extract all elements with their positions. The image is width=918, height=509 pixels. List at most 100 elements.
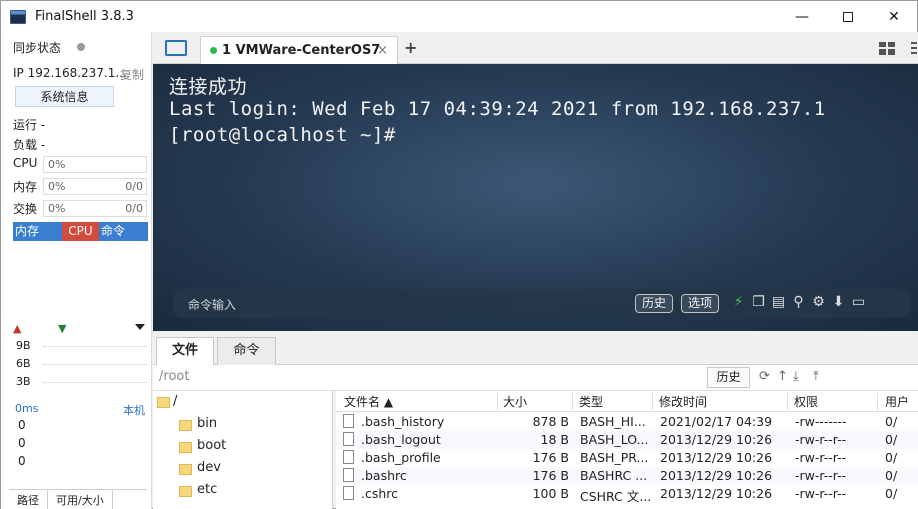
terminal-line: 连接成功 [169, 76, 248, 98]
tree-node-root[interactable]: / [173, 394, 177, 409]
maximize-icon [843, 11, 853, 22]
options-button[interactable]: 选项 [681, 294, 720, 313]
tree-node[interactable]: dev [197, 460, 221, 475]
col-divider [787, 393, 788, 410]
file-perm: -rw-r--r-- [795, 486, 847, 501]
file-perm: -rw-r--r-- [795, 432, 847, 447]
path-bar: /root 历史 ⟳ ↑ ⤓ ⤒ [153, 365, 918, 391]
terminal[interactable]: 连接成功 Last login: Wed Feb 17 04:39:24 202… [153, 64, 918, 331]
file-row[interactable]: .bash_history 878 B BASH_HI... 2021/02/17 0… [336, 413, 918, 431]
command-input-bar[interactable]: 命令输入 历史 选项 ⚡ ❐ ▤ ⚲ ⚙ ⬇ ▭ [173, 289, 911, 318]
copy-icon[interactable]: ❐ [751, 295, 766, 310]
close-button[interactable]: ✕ [871, 1, 917, 32]
session-tab[interactable]: 1 VMWare-CenterOS7 × [200, 36, 398, 64]
file-icon [343, 468, 354, 482]
command-input[interactable]: 命令输入 [188, 296, 236, 313]
file-icon [343, 414, 354, 428]
layout-grid-icon[interactable] [879, 42, 895, 55]
file-row[interactable]: .bash_profile 176 B BASH_PR... 2013/12/29 1… [336, 449, 918, 467]
tab-commands[interactable]: 命令 [217, 337, 276, 365]
gear-icon[interactable]: ⚙ [811, 295, 826, 310]
minimize-icon: — [795, 8, 809, 25]
col-avail-size[interactable]: 可用/大小 [48, 490, 113, 509]
file-size: 878 B [532, 414, 569, 429]
latency-label: 0ms [15, 402, 39, 415]
tab-memory[interactable]: 内存 [13, 222, 62, 241]
paste-icon[interactable]: ▤ [771, 295, 786, 310]
folder-icon [179, 420, 192, 431]
col-divider [497, 393, 498, 410]
download-file-icon[interactable]: ⤓ [793, 369, 799, 384]
up-directory-icon[interactable]: ↑ [777, 369, 788, 384]
app-logo-icon [10, 9, 26, 24]
interface-dropdown-icon[interactable] [135, 324, 145, 330]
file-size: 18 B [540, 432, 569, 447]
path-history-button[interactable]: 历史 [707, 367, 750, 388]
file-type: BASH_PR... [580, 450, 649, 465]
col-divider [572, 393, 573, 410]
col-path[interactable]: 路径 [9, 490, 48, 509]
file-mtime: 2013/12/29 10:26 [660, 486, 773, 501]
file-panel-tabs: 文件 命令 [153, 335, 918, 365]
file-row[interactable]: .bashrc 176 B BASHRC ... 2013/12/29 10:26 -r… [336, 467, 918, 485]
close-tab-icon[interactable]: × [377, 43, 388, 58]
minimize-button[interactable]: — [779, 1, 825, 32]
add-session-icon[interactable]: + [404, 38, 417, 57]
connected-status-icon [210, 47, 217, 54]
session-tab-bar: 1 VMWare-CenterOS7 × + [153, 32, 918, 64]
load-label: 负载 - [13, 138, 46, 152]
fullscreen-icon[interactable]: ▭ [851, 295, 866, 310]
col-size[interactable]: 大小 [503, 393, 527, 410]
menu-icon[interactable] [911, 42, 917, 55]
file-perm: -rw-r--r-- [795, 450, 847, 465]
terminal-line: Last login: Wed Feb 17 04:39:24 2021 fro… [169, 98, 826, 120]
tab-cpu[interactable]: CPU [62, 222, 99, 241]
swap-ratio: 0/0 [125, 202, 143, 215]
current-path[interactable]: /root [159, 369, 189, 384]
local-label[interactable]: 本机 [123, 402, 145, 418]
col-mtime[interactable]: 修改时间 [659, 393, 707, 410]
file-mtime: 2021/02/17 04:39 [660, 414, 773, 429]
close-icon: ✕ [888, 8, 900, 25]
folder-icon [179, 486, 192, 497]
file-icon [343, 432, 354, 446]
file-perm: -rw-r--r-- [795, 468, 847, 483]
scale-label: 6B [16, 357, 31, 370]
file-size: 176 B [532, 468, 569, 483]
refresh-icon[interactable]: ⟳ [759, 369, 770, 384]
cpu-meter: 0% [43, 156, 147, 173]
file-type: CSHRC 文... [580, 489, 652, 504]
file-row[interactable]: .cshrc 100 B CSHRC 文... 2013/12/29 10:26 -rw… [336, 485, 918, 504]
file-name: .bash_logout [361, 432, 441, 447]
file-perm: -rw------- [795, 414, 847, 429]
file-name: .bashrc [361, 468, 407, 483]
grid-line [43, 346, 147, 347]
latency-value: 0 [18, 436, 26, 450]
tree-node[interactable]: bin [197, 416, 217, 431]
file-type: BASH_HI... [580, 414, 646, 429]
tree-node[interactable]: boot [197, 438, 226, 453]
download-arrow-icon: ▼ [58, 322, 67, 335]
file-size: 176 B [532, 450, 569, 465]
download-icon[interactable]: ⬇ [831, 295, 846, 310]
col-permission[interactable]: 权限 [794, 393, 818, 410]
maximize-button[interactable] [825, 1, 871, 32]
lightning-icon[interactable]: ⚡ [731, 295, 746, 310]
upload-file-icon[interactable]: ⤒ [813, 369, 819, 384]
search-icon[interactable]: ⚲ [791, 295, 806, 310]
col-type[interactable]: 类型 [579, 393, 603, 410]
swap-value: 0% [48, 202, 66, 215]
tree-node[interactable]: etc [197, 482, 217, 497]
file-type: BASH_LO... [580, 432, 649, 447]
history-button[interactable]: 历史 [635, 294, 674, 313]
system-info-button[interactable]: 系统信息 [15, 86, 114, 107]
tab-command[interactable]: 命令 [99, 222, 148, 241]
col-filename[interactable]: 文件名 ▲ [344, 393, 393, 410]
tab-files[interactable]: 文件 [156, 337, 214, 365]
file-row[interactable]: .bash_logout 18 B BASH_LO... 2013/12/29 10:… [336, 431, 918, 449]
file-icon [343, 486, 354, 500]
sync-status-icon [77, 43, 85, 51]
copy-ip-link[interactable]: 复制 [120, 66, 144, 83]
col-user[interactable]: 用户 [885, 393, 915, 410]
folder-open-icon[interactable] [165, 40, 187, 56]
